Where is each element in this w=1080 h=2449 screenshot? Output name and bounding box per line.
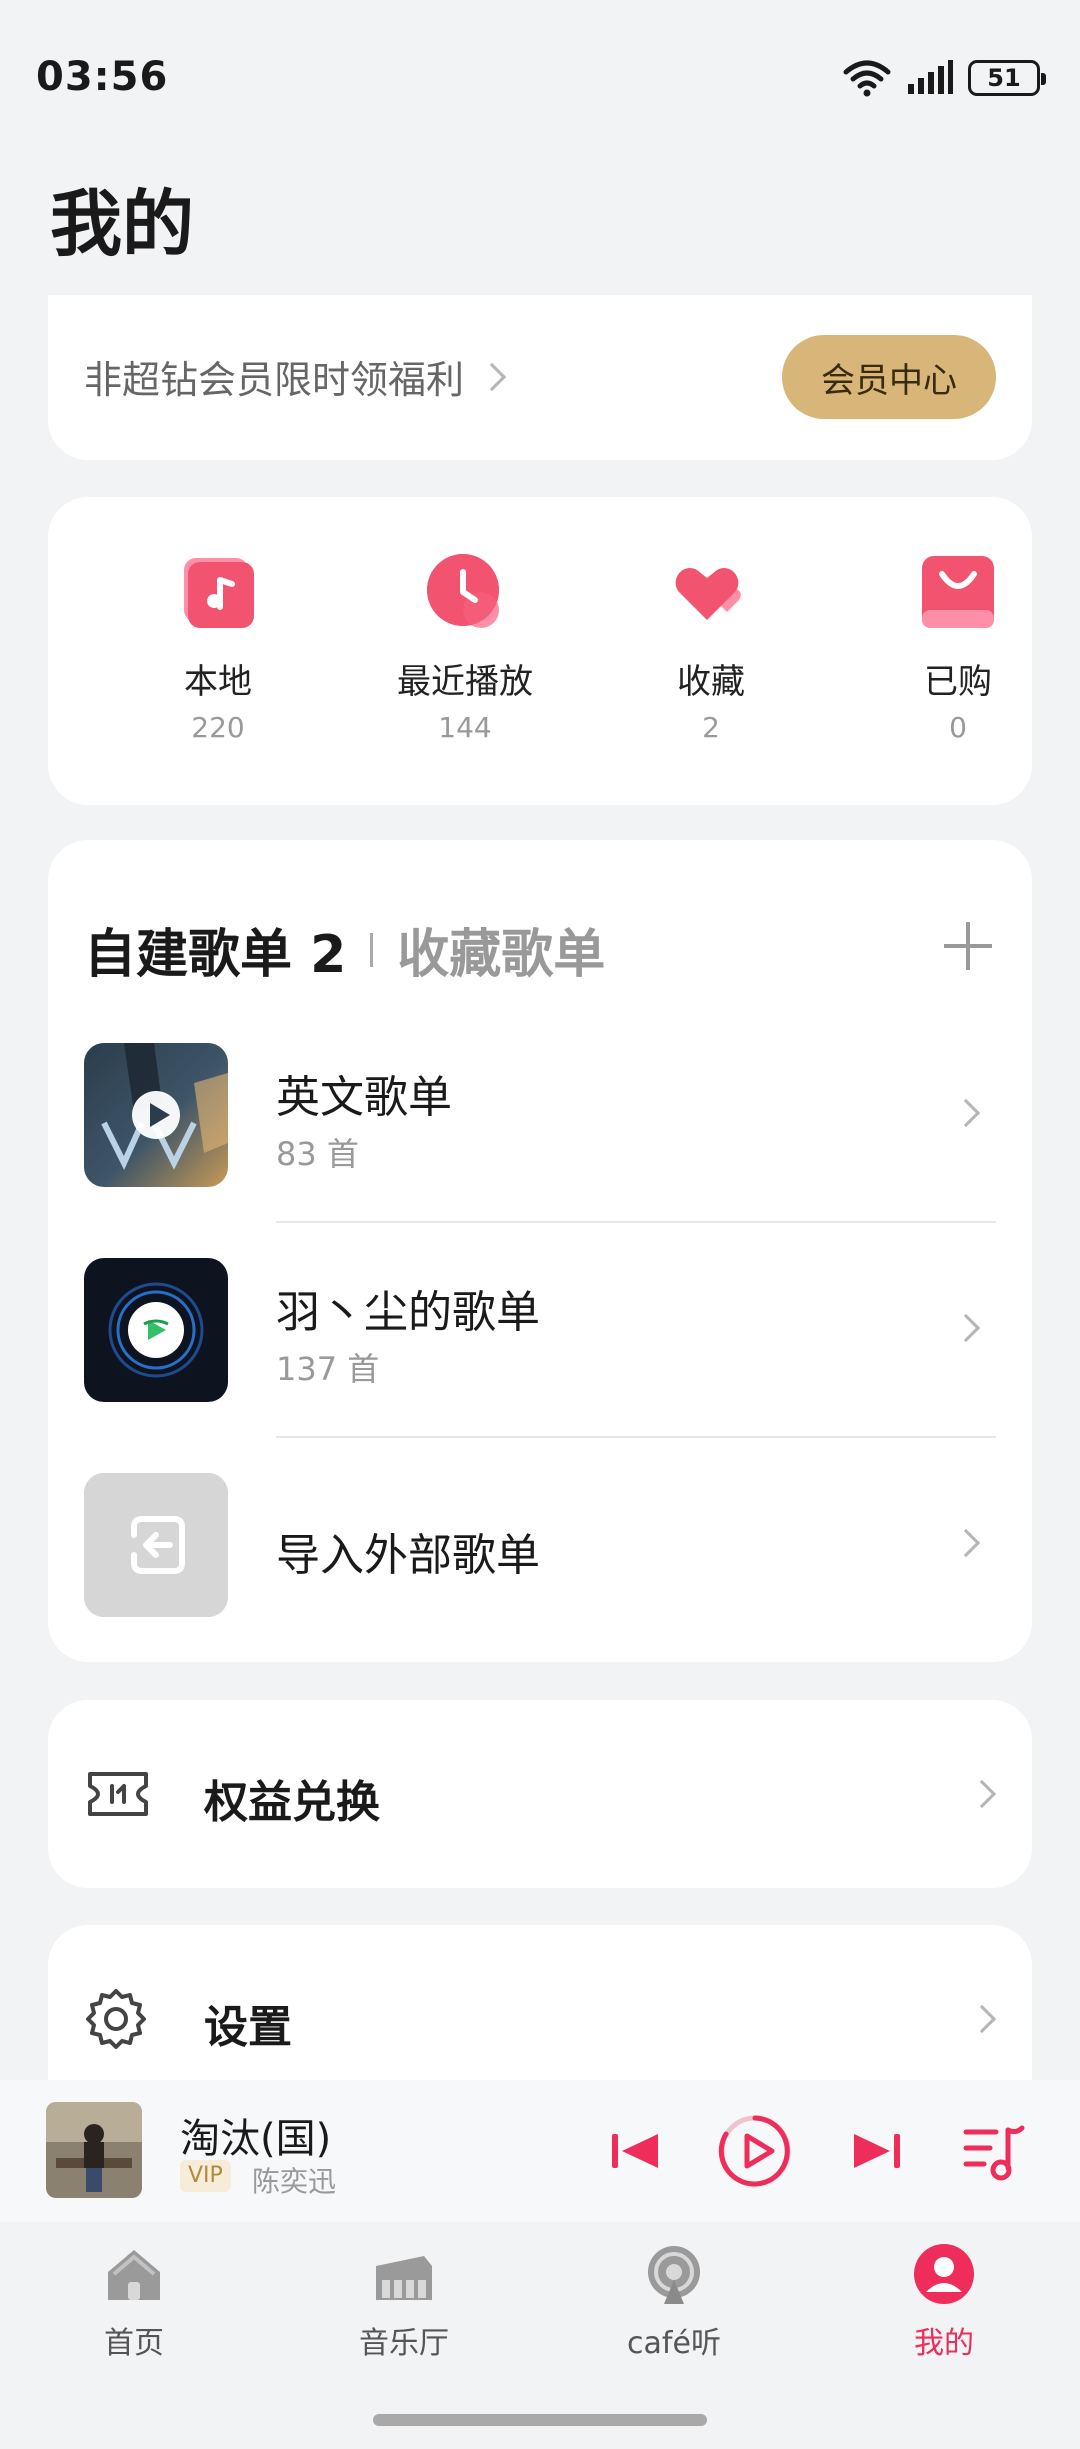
import-playlist-item[interactable]: 导入外部歌单 bbox=[84, 1473, 996, 1617]
playlist-name: 英文歌单 bbox=[276, 1072, 452, 1123]
nav-label: 我的 bbox=[914, 2326, 974, 2361]
home-indicator[interactable] bbox=[373, 2414, 707, 2426]
shortcut-favorites[interactable]: 收藏 2 bbox=[611, 552, 811, 744]
nav-mine[interactable]: 我的 bbox=[864, 2242, 1024, 2362]
chevron-right-icon bbox=[951, 1098, 981, 1128]
status-bar: 03:56 51 bbox=[0, 0, 1080, 150]
podcast-icon bbox=[648, 2246, 700, 2304]
tab-divider bbox=[370, 932, 374, 967]
battery-level: 51 bbox=[987, 64, 1021, 92]
shortcut-label: 本地 bbox=[184, 662, 252, 702]
nav-home[interactable]: 首页 bbox=[54, 2242, 214, 2362]
vip-badge: VIP bbox=[180, 2160, 231, 2192]
gear-icon bbox=[86, 1989, 146, 2049]
mini-player[interactable]: 淘汰(国) VIP 陈奕迅 bbox=[0, 2080, 1080, 2222]
playlist-section: 自建歌单 2 收藏歌单 英文歌单 83 首 羽丶尘的歌单 137 首 导入外部歌… bbox=[48, 840, 1032, 1662]
shortcut-grid: 本地 220 最近播放 144 收藏 2 已购 0 bbox=[48, 497, 1032, 805]
shortcut-label: 已购 bbox=[924, 662, 992, 702]
shortcut-count: 144 bbox=[438, 711, 492, 744]
home-icon bbox=[108, 2250, 160, 2300]
settings-label: 设置 bbox=[204, 2002, 292, 2053]
playlist-count: 137 首 bbox=[276, 1350, 380, 1388]
chevron-right-icon bbox=[477, 362, 507, 391]
heart-icon bbox=[671, 552, 751, 632]
previous-icon[interactable] bbox=[598, 2112, 676, 2190]
tab-created-playlists[interactable]: 自建歌单 2 bbox=[84, 912, 346, 987]
song-title: 淘汰(国) bbox=[180, 2116, 332, 2162]
tab-collected-playlists[interactable]: 收藏歌单 bbox=[397, 912, 605, 987]
ticket-icon bbox=[88, 1772, 148, 1816]
playlist-item[interactable]: 英文歌单 83 首 bbox=[84, 1043, 996, 1187]
playlist-cover bbox=[84, 1043, 228, 1187]
shortcut-label: 收藏 bbox=[677, 662, 745, 702]
battery-icon: 51 bbox=[968, 60, 1046, 96]
divider bbox=[276, 1221, 996, 1223]
page-title: 我的 bbox=[50, 182, 195, 266]
status-icons: 51 bbox=[842, 58, 1046, 98]
shopping-bag-icon bbox=[918, 552, 998, 632]
playlist-name: 羽丶尘的歌单 bbox=[276, 1287, 540, 1338]
chevron-right-icon bbox=[967, 1779, 997, 1809]
divider bbox=[276, 1436, 996, 1438]
piano-icon bbox=[376, 2256, 432, 2300]
playlist-queue-icon[interactable] bbox=[956, 2112, 1034, 2190]
nav-music-hall[interactable]: 音乐厅 bbox=[324, 2242, 484, 2362]
shortcut-purchased[interactable]: 已购 0 bbox=[858, 552, 1058, 744]
shortcut-recent[interactable]: 最近播放 144 bbox=[365, 552, 565, 744]
nav-label: café听 bbox=[627, 2326, 721, 2361]
signal-icon bbox=[908, 60, 953, 94]
nav-cafe[interactable]: café听 bbox=[594, 2242, 754, 2362]
song-artist: 陈奕迅 bbox=[252, 2165, 337, 2198]
shortcut-count: 0 bbox=[949, 711, 967, 744]
chevron-right-icon bbox=[967, 2004, 997, 2034]
nav-label: 首页 bbox=[104, 2326, 164, 2361]
shortcut-count: 220 bbox=[191, 711, 245, 744]
status-time: 03:56 bbox=[36, 54, 169, 100]
shortcut-count: 2 bbox=[702, 711, 720, 744]
shortcut-label: 最近播放 bbox=[397, 662, 533, 702]
playlist-item[interactable]: 羽丶尘的歌单 137 首 bbox=[84, 1258, 996, 1402]
playlist-name: 导入外部歌单 bbox=[276, 1530, 540, 1581]
next-icon[interactable] bbox=[836, 2112, 914, 2190]
playlist-cover bbox=[84, 1258, 228, 1402]
import-icon bbox=[84, 1473, 228, 1617]
shortcut-local[interactable]: 本地 220 bbox=[118, 552, 318, 744]
album-art bbox=[46, 2102, 142, 2198]
redeem-row[interactable]: 权益兑换 bbox=[48, 1700, 1032, 1888]
vip-promo-link[interactable]: 非超钻会员限时领福利 bbox=[84, 349, 507, 404]
settings-row[interactable]: 设置 bbox=[48, 1925, 1032, 2105]
chevron-right-icon bbox=[951, 1313, 981, 1343]
music-note-icon bbox=[178, 552, 258, 632]
play-pause-icon[interactable] bbox=[716, 2112, 794, 2190]
playlist-count: 83 首 bbox=[276, 1135, 359, 1173]
vip-promo-text: 非超钻会员限时领福利 bbox=[84, 358, 465, 402]
playlist-tabs: 自建歌单 2 收藏歌单 bbox=[84, 912, 605, 987]
add-playlist-icon[interactable] bbox=[944, 922, 992, 970]
nav-label: 音乐厅 bbox=[359, 2326, 449, 2361]
vip-center-button[interactable]: 会员中心 bbox=[782, 335, 996, 419]
clock-icon bbox=[425, 552, 505, 632]
redeem-label: 权益兑换 bbox=[204, 1777, 380, 1828]
chevron-right-icon bbox=[951, 1528, 981, 1558]
vip-banner[interactable]: 非超钻会员限时领福利 会员中心 bbox=[48, 295, 1032, 460]
profile-icon bbox=[914, 2244, 974, 2304]
wifi-icon bbox=[843, 60, 891, 97]
